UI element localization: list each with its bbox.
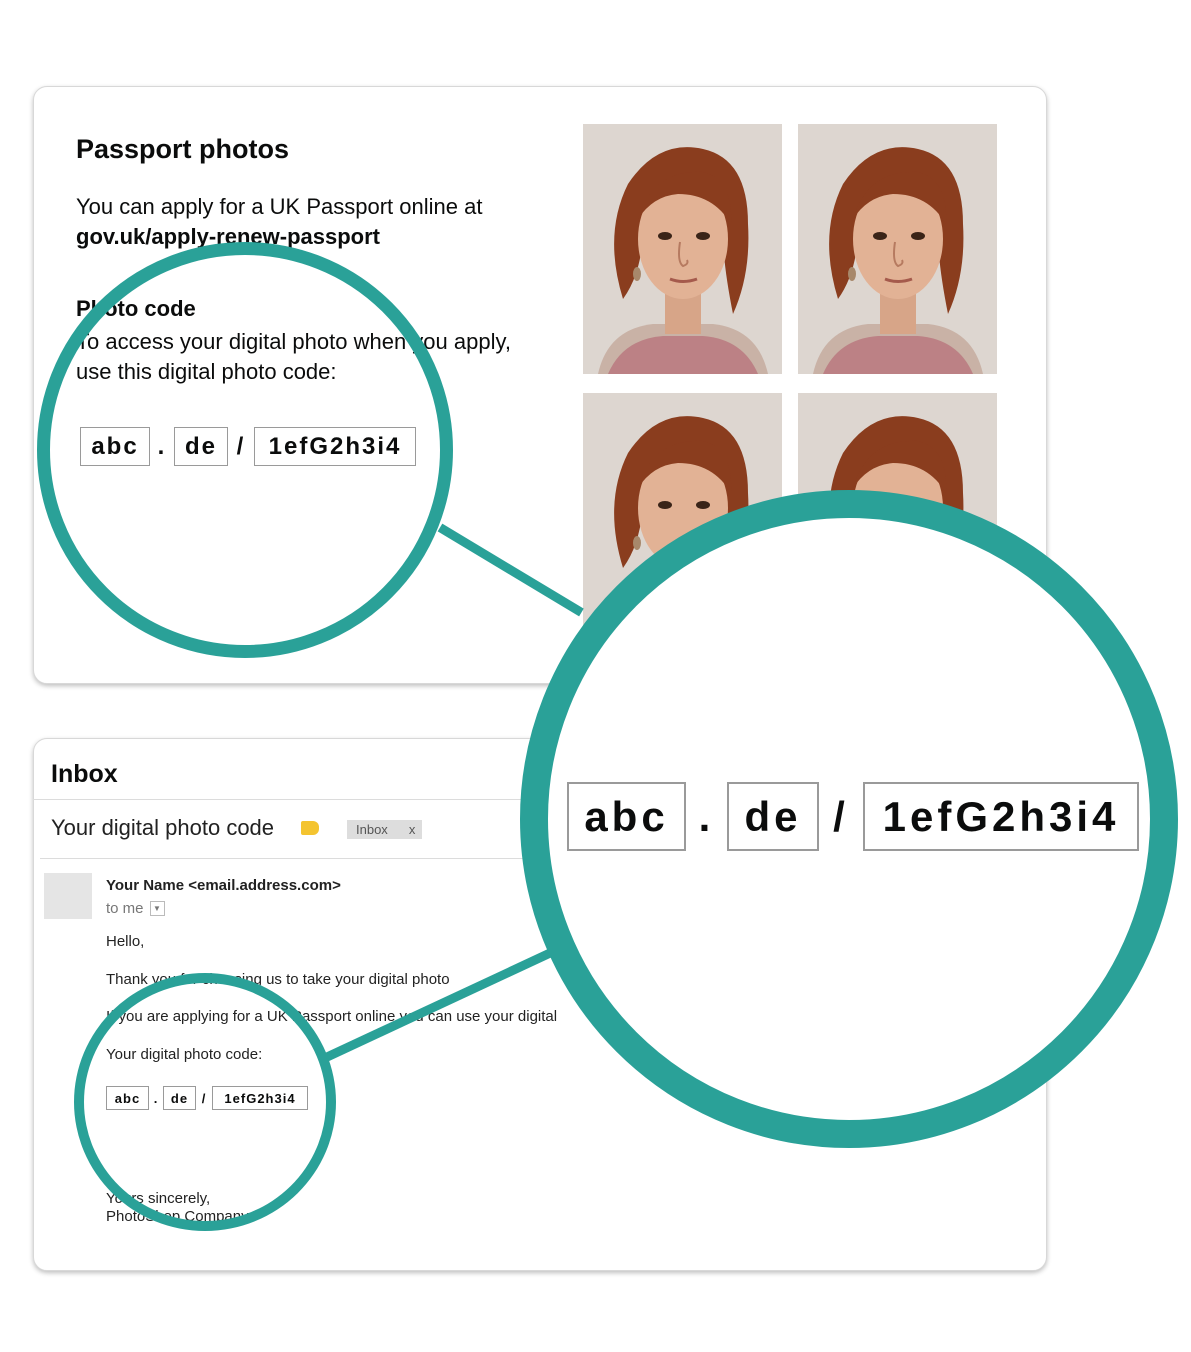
portrait-image: [798, 124, 997, 374]
inbox-label-text: Inbox: [356, 822, 388, 837]
magnifier-ring: [37, 242, 453, 658]
inbox-label-chip[interactable]: Inbox x: [347, 820, 422, 839]
avatar: [44, 873, 92, 919]
photo-code-magnified: abc . de / 1efG2h3i4: [567, 782, 1139, 851]
code-separator-dot: .: [698, 792, 715, 840]
page-title: Passport photos: [76, 134, 290, 164]
email-sender[interactable]: Your Name <email.address.com>: [106, 877, 341, 894]
remove-label-button[interactable]: x: [409, 822, 416, 837]
email-subject: Your digital photo code: [51, 815, 275, 840]
email-greeting: Hello,: [106, 933, 145, 950]
portrait-image: [583, 124, 782, 374]
intro-text: You can apply for a UK Passport online a…: [76, 194, 483, 219]
passport-photo: [798, 124, 997, 374]
chevron-down-icon[interactable]: ▼: [149, 901, 165, 916]
passport-photo: [583, 124, 782, 374]
recipient-text: to me: [106, 900, 144, 917]
code-part-3: 1efG2h3i4: [863, 782, 1139, 851]
magnifier-ring: [74, 973, 336, 1231]
recipient-line: to me ▼: [106, 900, 165, 917]
code-part-2: de: [727, 782, 819, 851]
important-tag-icon[interactable]: [301, 821, 319, 835]
code-separator-slash: /: [833, 792, 849, 840]
code-part-1: abc: [567, 782, 686, 851]
inbox-title: Inbox: [51, 760, 118, 788]
